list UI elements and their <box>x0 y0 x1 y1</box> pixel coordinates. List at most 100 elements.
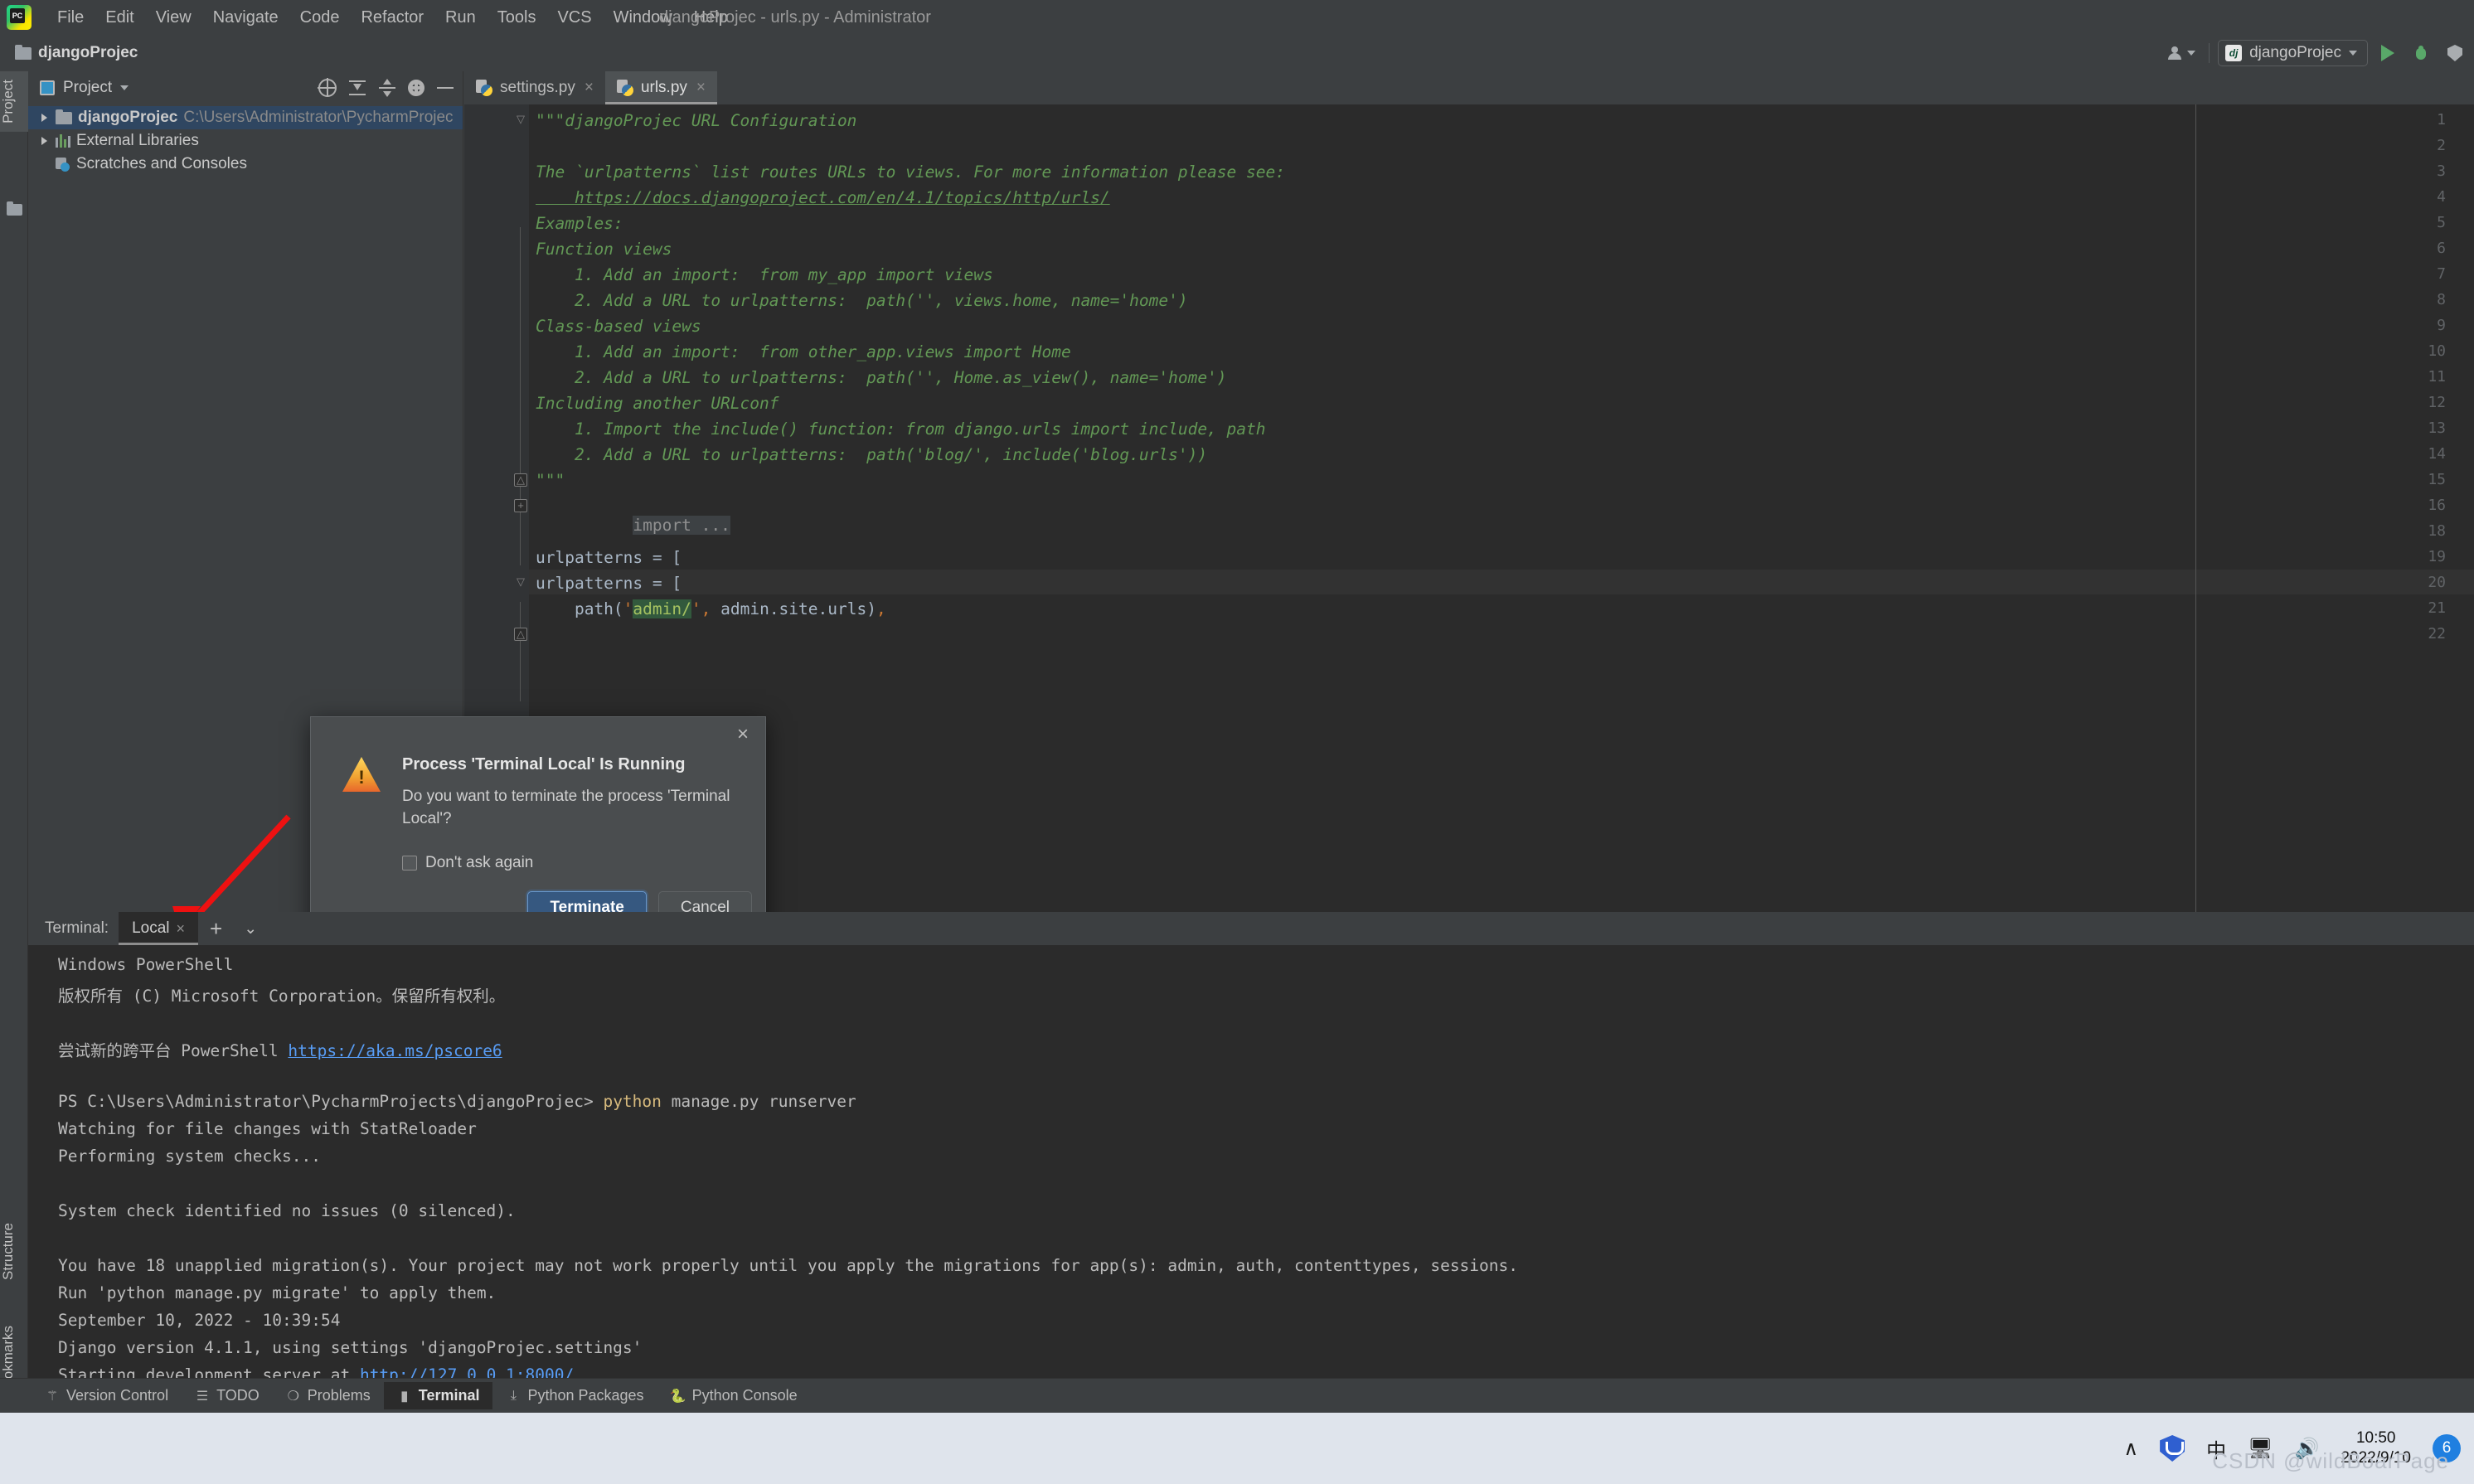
close-icon[interactable]: × <box>696 79 706 97</box>
chevron-down-icon[interactable] <box>120 85 129 90</box>
expand-all-icon[interactable] <box>378 79 396 97</box>
breadcrumb[interactable]: djangoProjec <box>15 44 138 62</box>
tree-item-scratches-and-consoles[interactable]: Scratches and Consoles <box>28 153 463 176</box>
dont-ask-again-label: Don't ask again <box>425 854 534 871</box>
packages-icon: ⤓ <box>510 1388 517 1403</box>
code-line: """djangoProjec URL Configuration <box>536 111 857 130</box>
terminal-tab-label: Local <box>132 919 170 937</box>
python-icon: 🐍 <box>669 1389 686 1404</box>
terminal-output[interactable]: Windows PowerShell 版权所有 (C) Microsoft Co… <box>28 945 2474 1413</box>
minimize-icon[interactable] <box>436 79 454 97</box>
chevron-right-icon[interactable] <box>38 112 50 124</box>
folder-icon[interactable] <box>7 201 22 216</box>
tree-item-djangoprojec[interactable]: djangoProjec C:\Users\Administrator\Pych… <box>28 106 463 129</box>
code-line: """ <box>536 471 565 490</box>
dont-ask-again-row[interactable]: Don't ask again <box>402 854 533 872</box>
watermark: CSDN @wildBoarPage <box>2212 1448 2449 1473</box>
tool-button-label: Python Packages <box>527 1387 644 1404</box>
left-tool-rail: Project Structure Bookmarks <box>0 71 28 1413</box>
menu-edit[interactable]: Edit <box>95 0 144 35</box>
fold-marker-open[interactable]: ▽ <box>514 114 527 127</box>
tab-urls-py[interactable]: urls.py × <box>604 71 718 104</box>
tree-item-label: Scratches and Consoles <box>76 155 247 172</box>
gear-icon[interactable] <box>408 80 424 96</box>
tool-button-terminal[interactable]: ▮ Terminal <box>383 1382 493 1409</box>
menu-code[interactable]: Code <box>289 0 351 35</box>
error-icon: ❍ <box>287 1389 299 1404</box>
collapse-all-icon[interactable] <box>348 79 366 97</box>
code-line-link[interactable]: https://docs.djangoproject.com/en/4.1/to… <box>536 188 1110 207</box>
pscore-link[interactable]: https://aka.ms/pscore6 <box>288 1041 502 1060</box>
terminal-line: Windows PowerShell <box>58 955 234 974</box>
code-line: Examples: <box>536 214 623 233</box>
code-line-path-admin: path('admin/', admin.site.urls), <box>536 599 886 618</box>
project-panel-header: Project <box>28 71 463 104</box>
terminal-text: 尝试新的跨平台 PowerShell <box>58 1041 289 1060</box>
fold-marker-close[interactable]: △ <box>514 473 527 487</box>
tool-button-label: Python Console <box>691 1387 798 1404</box>
code-inspect-button[interactable] <box>2442 41 2467 65</box>
shield-icon[interactable] <box>2160 1435 2185 1462</box>
menu-file[interactable]: File <box>46 0 95 35</box>
terminal-tab-bar: Terminal: Local × + ⌄ <box>28 912 2474 945</box>
tool-button-version-control[interactable]: ⚚ Version Control <box>32 1382 182 1409</box>
sidebar-item-structure[interactable]: Structure <box>0 1215 28 1288</box>
run-button[interactable] <box>2376 41 2399 65</box>
tool-button-label: Terminal <box>418 1387 480 1404</box>
tree-item-external-libraries[interactable]: External Libraries <box>28 129 463 153</box>
tool-button-label: TODO <box>216 1387 260 1404</box>
project-panel-toolbar <box>318 78 454 97</box>
terminal-line: Run 'python manage.py migrate' to apply … <box>58 1283 497 1302</box>
pycharm-logo-icon <box>7 5 32 30</box>
django-icon: dj <box>2225 45 2243 61</box>
menu-vcs[interactable]: VCS <box>546 0 602 35</box>
terminal-icon: ▮ <box>400 1389 409 1404</box>
code-line-folded-import[interactable]: import ... <box>536 497 730 554</box>
code-line: 2. Add a URL to urlpatterns: path('blog/… <box>536 445 1208 464</box>
debug-button[interactable] <box>2408 42 2434 64</box>
folder-icon <box>56 109 72 124</box>
highlighted-string: admin/ <box>633 599 691 618</box>
menu-bar: File Edit View Navigate Code Refactor Ru… <box>0 0 2474 35</box>
new-terminal-button[interactable]: + <box>198 912 234 945</box>
fold-guide-line <box>520 602 521 701</box>
close-icon[interactable]: × <box>585 79 594 97</box>
locate-icon[interactable] <box>318 78 337 97</box>
chevron-down-icon[interactable]: ⌄ <box>234 912 267 945</box>
dialog-title: Process 'Terminal Local' Is Running <box>402 755 686 774</box>
close-icon[interactable]: × <box>732 724 754 745</box>
tab-settings-py[interactable]: settings.py × <box>464 71 605 104</box>
terminal-command-args: manage.py runserver <box>661 1092 856 1111</box>
terminal-line: System check identified no issues (0 sil… <box>58 1201 516 1220</box>
fold-marker-expand[interactable]: + <box>514 499 527 512</box>
tool-button-python-packages[interactable]: ⤓ Python Packages <box>492 1382 657 1409</box>
user-account-button[interactable] <box>2162 43 2200 63</box>
clock-time: 10:50 <box>2355 1429 2396 1447</box>
toolbar-divider <box>2209 43 2210 63</box>
fold-marker-open[interactable]: ▽ <box>514 576 527 589</box>
list-icon: ☰ <box>196 1389 209 1404</box>
close-icon[interactable]: × <box>177 920 186 938</box>
code-line: Function views <box>536 240 672 259</box>
tool-button-problems[interactable]: ❍ Problems <box>273 1382 384 1409</box>
tool-button-todo[interactable]: ☰ TODO <box>182 1382 273 1409</box>
menu-navigate[interactable]: Navigate <box>202 0 289 35</box>
menu-refactor[interactable]: Refactor <box>350 0 434 35</box>
tool-button-python-console[interactable]: 🐍 Python Console <box>657 1382 811 1409</box>
chevron-right-icon[interactable] <box>38 135 50 147</box>
navigation-bar: djangoProjec dj djangoProjec <box>0 35 2474 71</box>
navbar-right-toolbar: dj djangoProjec <box>2162 35 2467 71</box>
menu-view[interactable]: View <box>145 0 202 35</box>
branch-icon: ⚚ <box>46 1389 59 1404</box>
fold-marker-close[interactable]: △ <box>514 628 527 641</box>
menu-tools[interactable]: Tools <box>487 0 547 35</box>
menu-run[interactable]: Run <box>434 0 487 35</box>
dont-ask-again-checkbox[interactable] <box>402 856 417 871</box>
sidebar-item-project[interactable]: Project <box>0 71 28 132</box>
run-configuration-selector[interactable]: dj djangoProjec <box>2218 40 2368 66</box>
terminal-tab-local[interactable]: Local × <box>119 912 199 945</box>
chevron-up-icon[interactable]: ∧ <box>2124 1437 2139 1461</box>
